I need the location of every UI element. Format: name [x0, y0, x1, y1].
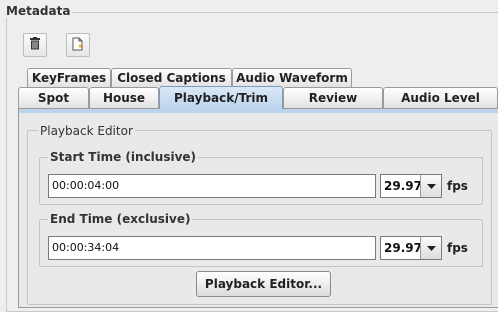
end-fps-select[interactable]: 29.97	[380, 236, 442, 260]
tab-audio-level[interactable]: Audio Level	[383, 87, 498, 108]
tab-label: Review	[308, 91, 358, 105]
end-time-field[interactable]: 00:00:34:04	[48, 236, 376, 260]
playback-editor-button[interactable]: Playback Editor...	[196, 271, 331, 297]
start-time-field[interactable]: 00:00:04:00	[48, 174, 376, 198]
chevron-down-icon[interactable]	[420, 175, 441, 197]
tab-review[interactable]: Review	[283, 87, 383, 108]
start-fps-unit: fps	[447, 179, 468, 193]
tab-playback-trim[interactable]: Playback/Trim	[159, 86, 283, 109]
start-fps-select[interactable]: 29.97	[380, 174, 442, 198]
tab-label: Audio Waveform	[236, 71, 348, 85]
end-fps-value: 29.97	[384, 241, 422, 255]
tab-label: Closed Captions	[117, 71, 226, 85]
playback-editor-button-label: Playback Editor...	[204, 277, 323, 291]
tab-spot[interactable]: Spot	[18, 87, 89, 108]
delete-button[interactable]	[23, 33, 47, 57]
tab-label: Spot	[37, 91, 70, 105]
new-document-icon	[71, 37, 85, 54]
end-fps-unit: fps	[447, 241, 468, 255]
end-time-label: End Time (exclusive)	[48, 212, 193, 226]
metadata-title: Metadata	[4, 4, 73, 18]
trash-icon	[29, 37, 41, 53]
tab-label: Playback/Trim	[173, 91, 269, 105]
start-fps-value: 29.97	[384, 179, 422, 193]
tab-label: Audio Level	[401, 91, 480, 105]
tab-label: House	[102, 91, 146, 105]
tab-audio-waveform[interactable]: Audio Waveform	[232, 68, 352, 87]
new-button[interactable]	[66, 33, 90, 57]
tab-house[interactable]: House	[89, 87, 159, 108]
playback-editor-title: Playback Editor	[38, 124, 135, 138]
tab-closed-captions[interactable]: Closed Captions	[111, 68, 232, 87]
tab-keyframes[interactable]: KeyFrames	[27, 68, 111, 87]
chevron-down-icon[interactable]	[420, 237, 441, 259]
tab-label: KeyFrames	[31, 71, 107, 85]
start-time-label: Start Time (inclusive)	[48, 150, 199, 164]
